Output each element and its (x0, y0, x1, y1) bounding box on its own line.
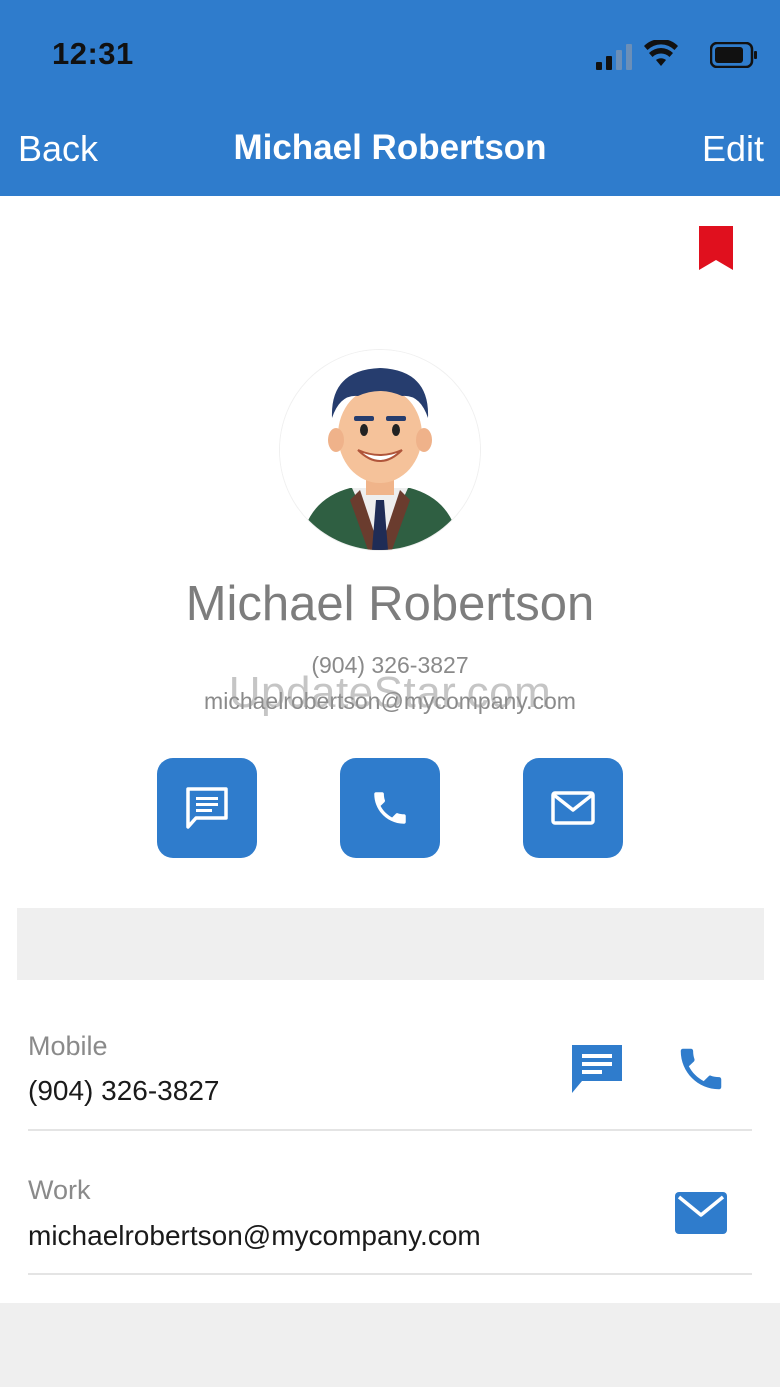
work-label: Work (28, 1175, 91, 1205)
watermark: UpdateStar.com (228, 668, 552, 717)
profile-name: Michael Robertson (185, 577, 595, 631)
mail-icon[interactable] (674, 1191, 728, 1235)
avatar-illustration (280, 350, 480, 550)
edit-button[interactable]: Edit (702, 128, 764, 170)
phone-icon (374, 792, 406, 824)
message-button[interactable] (157, 758, 257, 858)
mobile-value[interactable]: (904) 326-3827 (28, 1075, 219, 1107)
bookmark-icon[interactable] (697, 224, 735, 272)
message-icon[interactable] (570, 1043, 624, 1095)
avatar (280, 350, 480, 550)
phone-icon[interactable] (674, 1042, 728, 1096)
section-separator (17, 908, 764, 980)
signal-icon (596, 44, 632, 70)
status-time: 12:31 (52, 36, 134, 71)
page-title: Michael Robertson (233, 128, 547, 167)
mail-icon (551, 791, 595, 825)
wifi-icon (644, 40, 678, 66)
row-divider (28, 1129, 752, 1131)
work-value[interactable]: michaelrobertson@mycompany.com (28, 1220, 481, 1252)
row-divider (28, 1273, 752, 1275)
call-button[interactable] (340, 758, 440, 858)
mobile-label: Mobile (28, 1031, 108, 1061)
message-icon (186, 787, 228, 829)
email-button[interactable] (523, 758, 623, 858)
header: 12:31 Back Michael Robertson Edit (0, 0, 780, 196)
battery-icon (710, 42, 757, 68)
footer-area (0, 1303, 780, 1387)
